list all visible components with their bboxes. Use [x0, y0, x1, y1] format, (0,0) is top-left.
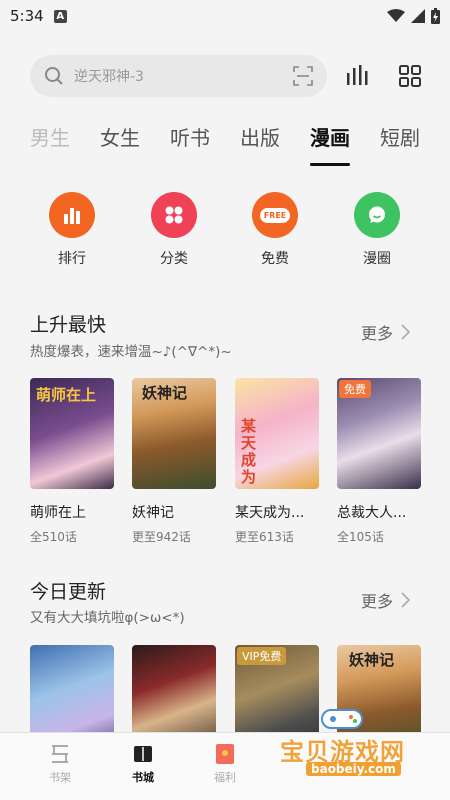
section-rising-more-button[interactable]: 更多	[361, 320, 411, 344]
vip-free-badge: VIP免费	[237, 647, 287, 665]
status-time: 5:34	[10, 7, 44, 25]
book-card[interactable]: 免费 总裁大人... 全105话	[337, 378, 421, 545]
grid-icon	[151, 192, 197, 238]
section-today-more-button[interactable]: 更多	[361, 588, 411, 612]
quick-ranking-label: 排行	[58, 251, 86, 267]
notification-a-icon: A	[53, 9, 67, 23]
status-bar: 5:34 A	[0, 0, 450, 32]
red-envelope-icon	[216, 744, 234, 764]
book-cover: 免费	[337, 378, 421, 489]
quick-circle[interactable]: 漫圈	[347, 192, 407, 268]
free-icon-text: FREE	[259, 207, 291, 223]
section-rising-title: 上升最快	[30, 314, 107, 336]
book-title: 某天成为...	[235, 505, 305, 521]
book-title: 总裁大人...	[337, 505, 407, 521]
book-chapters: 更至942话	[132, 530, 191, 544]
nav-welfare[interactable]: 福利	[195, 743, 255, 785]
nav-bookstore[interactable]: 书城	[113, 743, 173, 785]
quick-actions: 排行 分类 FREE 免费 漫圈	[0, 192, 450, 272]
wifi-icon	[387, 9, 405, 22]
book-cover: 某天成为	[235, 378, 319, 489]
category-grid-icon[interactable]	[399, 65, 421, 87]
book-cover: 妖神记	[132, 378, 216, 489]
book-chapters: 全105话	[337, 530, 384, 544]
category-tabs: 男生 女生 听书 出版 漫画 短剧	[0, 122, 450, 162]
cover-title-art: 某天成为	[241, 417, 257, 486]
nav-welfare-label: 福利	[214, 771, 236, 784]
section-today-title: 今日更新	[30, 581, 107, 603]
quick-category[interactable]: 分类	[144, 192, 204, 268]
book-cover: 萌师在上	[30, 378, 114, 489]
tab-male[interactable]: 男生	[30, 122, 70, 151]
chat-icon	[354, 192, 400, 238]
book-card[interactable]: 萌师在上 萌师在上 全510话	[30, 378, 114, 545]
ranking-bars-icon[interactable]	[346, 65, 368, 85]
tab-comics[interactable]: 漫画	[310, 122, 350, 151]
battery-icon	[431, 8, 440, 24]
watermark: 宝贝游戏网 baobeiy.com	[270, 706, 450, 796]
section-rising-subtitle: 热度爆表，速来增温~♪(^∇^*)~	[30, 344, 232, 360]
active-tab-indicator	[310, 163, 350, 166]
book-card[interactable]: 某天成为 某天成为... 更至613话	[235, 378, 319, 545]
quick-category-label: 分类	[160, 251, 188, 267]
search-box[interactable]: 逆天邪神-3	[30, 55, 327, 97]
tab-publishing[interactable]: 出版	[240, 122, 280, 151]
bar-chart-icon	[49, 192, 95, 238]
search-row: 逆天邪神-3	[30, 54, 430, 98]
nav-bookstore-label: 书城	[132, 771, 154, 784]
tab-audiobook[interactable]: 听书	[170, 122, 210, 151]
bookshelf-icon	[52, 745, 68, 763]
signal-icon	[411, 9, 425, 23]
quick-free[interactable]: FREE 免费	[245, 192, 305, 268]
free-icon: FREE	[252, 192, 298, 238]
more-label: 更多	[361, 592, 394, 611]
book-title: 妖神记	[132, 505, 174, 521]
search-icon	[45, 67, 63, 85]
book-store-icon	[134, 746, 152, 762]
tab-short-drama[interactable]: 短剧	[380, 122, 420, 151]
cover-title-art: 妖神记	[349, 651, 395, 669]
more-label: 更多	[361, 324, 394, 343]
chevron-right-icon	[401, 324, 411, 340]
cover-title-art: 萌师在上	[36, 386, 97, 404]
chevron-right-icon	[401, 592, 411, 608]
quick-ranking[interactable]: 排行	[42, 192, 102, 268]
section-today-subtitle: 又有大大填坑啦φ(>ω<*)	[30, 610, 185, 626]
book-chapters: 更至613话	[235, 530, 294, 544]
tab-female[interactable]: 女生	[100, 122, 140, 151]
quick-free-label: 免费	[261, 251, 289, 267]
scan-icon[interactable]	[293, 66, 313, 86]
book-card[interactable]: 妖神记 妖神记 更至942话	[132, 378, 216, 545]
free-badge: 免费	[339, 380, 371, 398]
nav-bookshelf-label: 书架	[49, 771, 71, 784]
gamepad-icon	[321, 709, 363, 729]
book-chapters: 全510话	[30, 530, 77, 544]
nav-bookshelf[interactable]: 书架	[30, 743, 90, 785]
search-placeholder: 逆天邪神-3	[74, 69, 144, 85]
quick-circle-label: 漫圈	[363, 251, 391, 267]
book-title: 萌师在上	[30, 505, 86, 521]
watermark-url: baobeiy.com	[306, 762, 401, 776]
cover-title-art: 妖神记	[142, 384, 188, 402]
